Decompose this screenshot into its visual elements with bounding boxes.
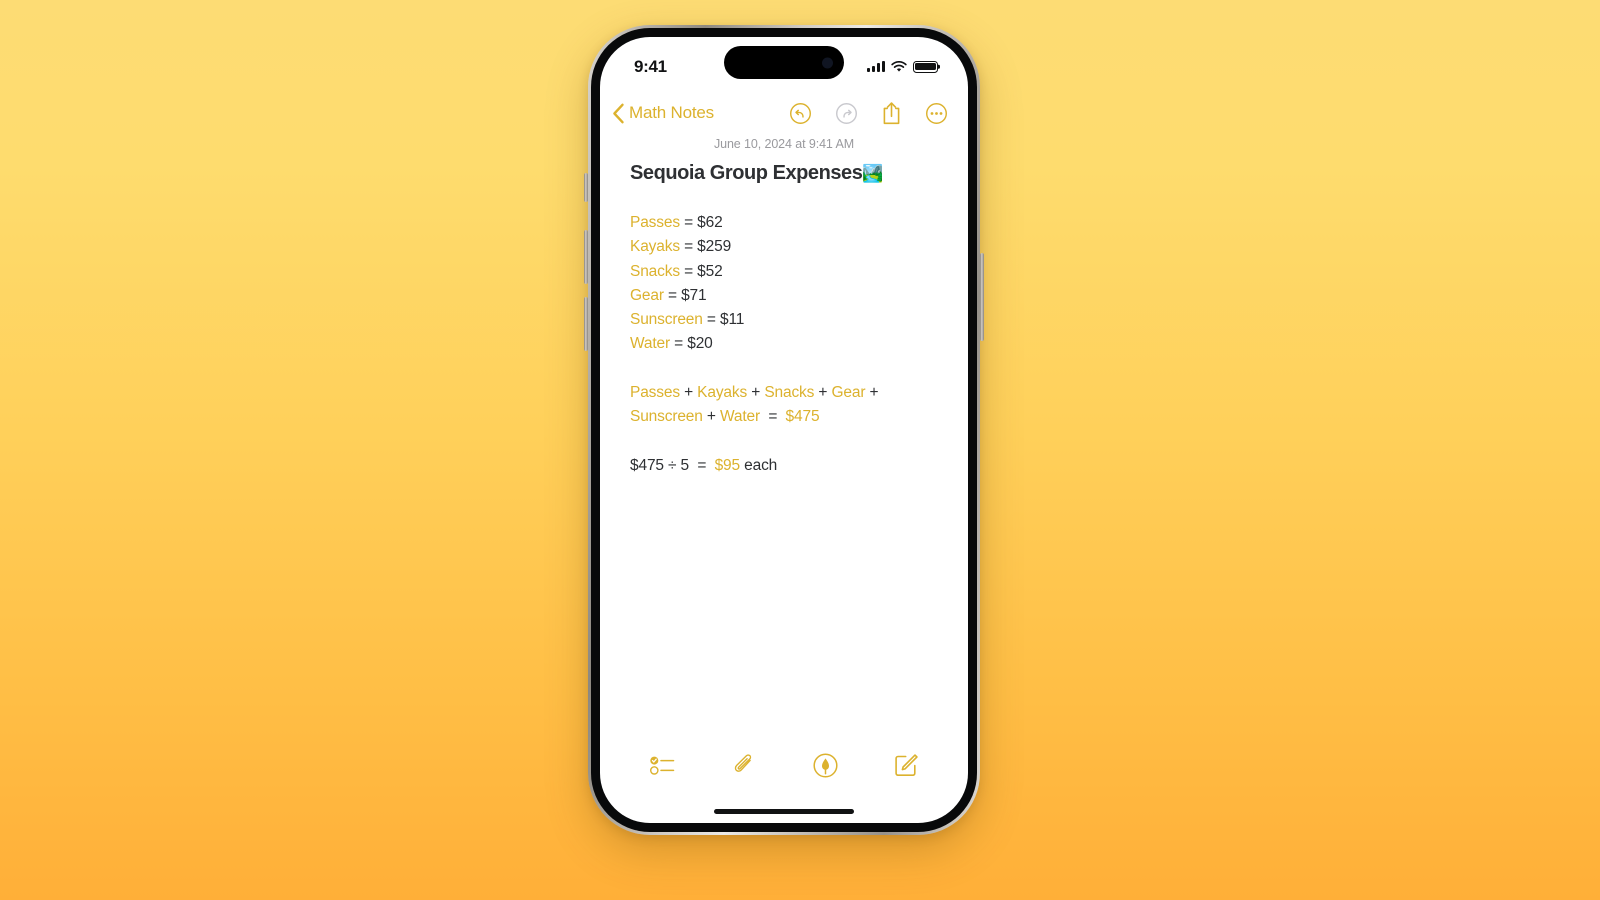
paperclip-icon[interactable] [731, 752, 756, 778]
markup-pen-circle-icon[interactable] [813, 752, 838, 778]
variable-name: Gear [630, 286, 664, 304]
back-button-label: Math Notes [629, 103, 714, 122]
landscape-emoji: 🏞️ [862, 164, 884, 183]
compose-square-pencil-icon[interactable] [894, 753, 918, 777]
note-title-text: Sequoia Group Expenses [630, 162, 863, 184]
home-indicator[interactable] [714, 809, 854, 814]
assignment-value: = $62 [679, 214, 723, 231]
variable-name: Snacks [630, 262, 680, 280]
share-square-arrow-up-icon[interactable] [881, 101, 902, 126]
power-button[interactable] [980, 253, 984, 341]
volume-up-button[interactable] [584, 230, 588, 284]
variable-name: Sunscreen [630, 408, 703, 426]
assignment-value: = $11 [702, 311, 745, 329]
wifi-icon [891, 60, 907, 72]
battery-full-icon [913, 60, 938, 73]
assignment-value: = $71 [663, 286, 707, 304]
operator-text: + [702, 408, 720, 426]
cellular-signal-icon [867, 61, 885, 72]
status-bar-time: 9:41 [634, 56, 667, 76]
result-value: $95 [714, 456, 741, 474]
variable-name: Snacks [764, 384, 815, 402]
variable-name: Kayaks [630, 238, 680, 256]
variable-name: Passes [630, 214, 680, 231]
sum-expression-line-2: Sunscreen + Water = $475 [630, 405, 938, 429]
phone-device-frame: 9:41 Math Notes June 10, 2024 at 9:41 AM… [584, 25, 984, 835]
result-value: $475 [785, 408, 820, 426]
operator-text: = [760, 408, 786, 426]
assignment-value: = $20 [670, 335, 713, 353]
operator-text: + [747, 384, 765, 402]
operator-text: + [814, 384, 832, 402]
note-title: Sequoia Group Expenses🏞️ [630, 162, 938, 185]
division-expression-line: $475 ÷ 5 = $95 each [630, 454, 938, 478]
ellipsis-circle-icon[interactable] [925, 102, 948, 125]
action-button[interactable] [584, 173, 588, 202]
status-bar-indicators [867, 60, 938, 73]
status-bar: 9:41 [600, 37, 968, 91]
math-assignment-list: Passes = $62 Kayaks = $259 Snacks = $52 Gea… [630, 211, 938, 357]
assignment-line: Sunscreen = $11 [630, 308, 938, 332]
note-content[interactable]: June 10, 2024 at 9:41 AM Sequoia Group E… [600, 137, 968, 478]
variable-name: Kayaks [697, 384, 748, 402]
front-camera-icon [822, 57, 833, 68]
navigation-actions [789, 101, 950, 126]
assignment-line: Snacks = $52 [630, 260, 938, 284]
variable-name: Water [719, 408, 760, 426]
assignment-line: Water = $20 [630, 332, 938, 356]
checklist-icon[interactable] [650, 755, 675, 776]
phone-screen: 9:41 Math Notes June 10, 2024 at 9:41 AM… [600, 37, 968, 823]
variable-name: Gear [831, 384, 866, 402]
variable-name: Water [630, 335, 671, 353]
assignment-line: Kayaks = $259 [630, 235, 938, 259]
operator-text: + [865, 384, 879, 402]
volume-down-button[interactable] [584, 297, 588, 351]
assignment-value: = $52 [679, 262, 723, 280]
note-toolbar [600, 743, 968, 787]
assignment-line: Passes = $62 [630, 211, 938, 235]
operator-text: + [679, 384, 698, 402]
note-timestamp: June 10, 2024 at 9:41 AM [713, 137, 855, 151]
operator-text: each [739, 456, 778, 474]
undo-arrow-circle-icon[interactable] [789, 102, 812, 125]
assignment-line: Gear = $71 [630, 284, 938, 308]
variable-name: Passes [630, 384, 680, 402]
dynamic-island [724, 46, 844, 79]
phone-bezel: 9:41 Math Notes June 10, 2024 at 9:41 AM… [591, 28, 977, 832]
variable-name: Sunscreen [630, 311, 703, 329]
redo-arrow-circle-icon [836, 102, 857, 124]
assignment-value: = $259 [679, 238, 732, 256]
navigation-bar: Math Notes [600, 91, 968, 135]
back-button[interactable]: Math Notes [612, 103, 714, 124]
sum-expression-line-1: Passes + Kayaks + Snacks + Gear + [630, 381, 938, 405]
chevron-left-icon [613, 103, 624, 123]
operator-text: $475 ÷ 5 = [630, 456, 715, 474]
